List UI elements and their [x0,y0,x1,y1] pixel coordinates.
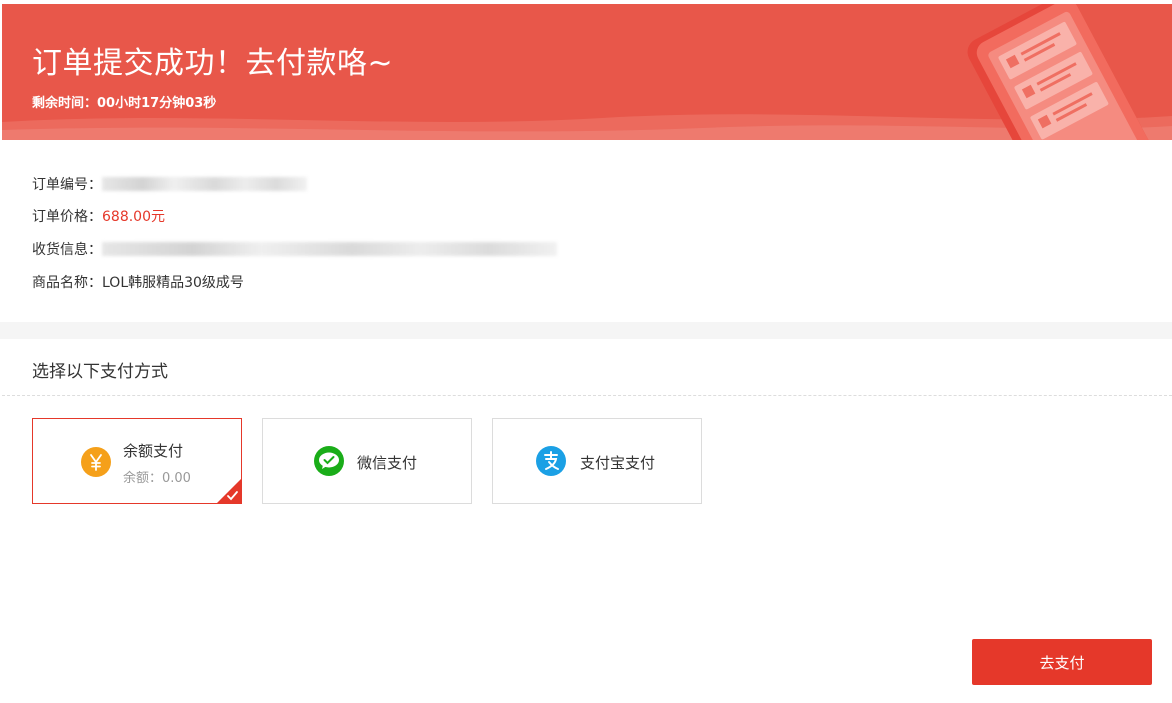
page-title: 订单提交成功！去付款咯~ [32,46,394,81]
countdown-value: 00小时17分钟03秒 [97,96,217,111]
product-name-row: 商品名称： LOL韩服精品30级成号 [32,272,244,292]
order-success-banner: 订单提交成功！去付款咯~ 剩余时间：00小时17分钟03秒 [2,4,1172,140]
balance-pay-label: 余额支付 [123,442,184,460]
alipay-option[interactable]: 支付宝支付 [492,418,702,504]
section-divider [0,322,1172,339]
alipay-label: 支付宝支付 [580,454,656,472]
order-price-value: 688.00元 [102,209,165,225]
order-number-redacted [102,177,307,191]
dashed-divider [2,395,1172,396]
countdown-label: 剩余时间： [32,96,98,111]
order-number-label: 订单编号： [32,177,102,193]
selected-check-icon [217,479,241,503]
balance-pay-option[interactable]: 余额支付 余额：0.00 [32,418,242,504]
payment-method-panel: 选择以下支付方式 余额支付 余额：0.00 微信支付 支付宝支付 去支付 [2,339,1172,703]
shipping-info-row: 收货信息： [32,239,557,259]
order-info-panel: 订单编号： 订单价格： 688.00元 收货信息： 商品名称： LOL韩服精品3… [2,140,1172,322]
go-pay-button[interactable]: 去支付 [972,639,1152,685]
shipping-info-label: 收货信息： [32,242,102,258]
product-name-label: 商品名称： [32,275,102,291]
order-price-row: 订单价格： 688.00元 [32,206,165,226]
wechat-pay-option[interactable]: 微信支付 [262,418,472,504]
order-number-row: 订单编号： [32,174,307,194]
phone-illustration [967,4,1155,140]
wechat-pay-label: 微信支付 [357,454,418,472]
balance-amount: 余额：0.00 [123,471,191,486]
shipping-info-redacted [102,242,557,256]
yen-coin-icon [81,447,111,477]
product-name-value: LOL韩服精品30级成号 [102,275,244,291]
wechat-icon [314,446,344,476]
order-price-label: 订单价格： [32,209,102,225]
payment-method-heading: 选择以下支付方式 [32,362,168,382]
countdown-timer: 剩余时间：00小时17分钟03秒 [32,92,216,111]
alipay-icon [536,446,566,476]
